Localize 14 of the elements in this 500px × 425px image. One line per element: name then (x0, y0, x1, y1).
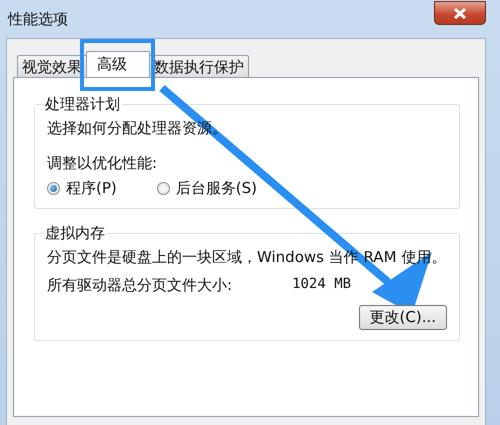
radio-option[interactable]: 程序(P) (47, 179, 117, 198)
close-button[interactable] (434, 1, 486, 25)
close-icon (454, 8, 466, 18)
group-title: 处理器计划 (43, 95, 122, 114)
total-size-label: 所有驱动器总分页文件大小: (47, 276, 232, 295)
tab[interactable]: 数据执行保护 (149, 55, 249, 77)
prompt-text: 调整以优化性能: (47, 154, 158, 173)
total-size-value: 1024 MB (292, 276, 352, 294)
window-title: 性能选项 (6, 10, 68, 28)
tab[interactable]: 高级 (86, 51, 150, 77)
group-title: 虚拟内存 (43, 224, 107, 243)
tab[interactable]: 视觉效果 (17, 55, 87, 77)
radio-option[interactable]: 后台服务(S) (156, 179, 257, 198)
change-button[interactable]: 更改(C)... (358, 305, 447, 330)
